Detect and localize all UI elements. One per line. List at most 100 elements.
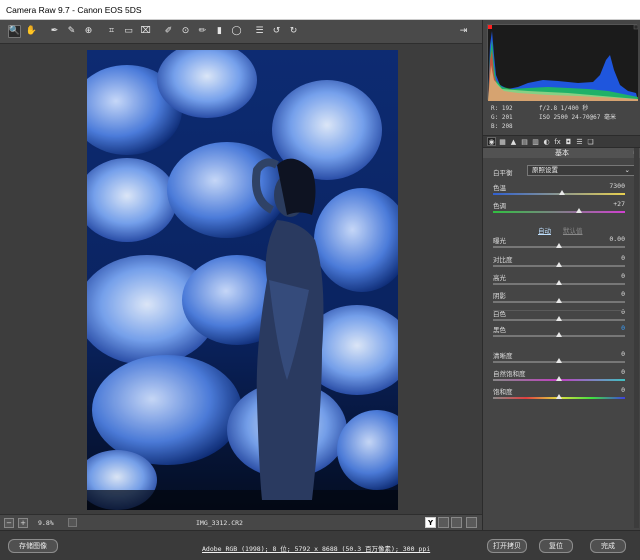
saturation-slider-thumb[interactable]: [556, 394, 562, 399]
whites-slider-thumb[interactable]: [556, 316, 562, 321]
spot-removal-icon[interactable]: ✐: [162, 25, 175, 38]
panel-tab-7-icon[interactable]: ◘: [564, 137, 573, 146]
panel-tab-2-icon[interactable]: ▲: [509, 137, 518, 146]
window-title: Camera Raw 9.7 - Canon EOS 5DS: [6, 4, 142, 15]
right-panel: R: 192 G: 201 B: 208 f/2.8 1/400 秒 ISO 2…: [482, 20, 640, 530]
zoom-out-button[interactable]: −: [4, 517, 14, 528]
camera-raw-window: Camera Raw 9.7 - Canon EOS 5DS 🔍 ✋ ✒ ✎ ⊕ ⌗ ▭ ⌧ ✐…: [0, 0, 640, 560]
panel-tab-1-icon[interactable]: ▦: [498, 137, 507, 146]
slider-row-shadows: 阴影 0: [493, 290, 625, 306]
shadows-slider-thumb[interactable]: [556, 298, 562, 303]
tint-slider-thumb[interactable]: [575, 208, 582, 213]
temp-slider-thumb[interactable]: [558, 190, 565, 195]
exposure-label: 曝光: [493, 237, 506, 245]
panel-tab-9-icon[interactable]: ❏: [586, 137, 595, 146]
slider-row-saturation: 饱和度 0: [493, 386, 625, 402]
exposure-slider-thumb[interactable]: [556, 243, 562, 248]
panel-tab-8-icon[interactable]: ☰: [575, 137, 584, 146]
status-bar: − + 9.8% IMG_3312.CR2 Y: [0, 514, 482, 530]
auto-default-row: 自动 默认值: [483, 225, 640, 235]
blacks-value[interactable]: 0: [621, 324, 625, 332]
panel-tab-3-icon[interactable]: ▤: [520, 137, 529, 146]
contrast-slider-thumb[interactable]: [556, 262, 562, 267]
vibrance-slider-thumb[interactable]: [556, 376, 562, 381]
rotate-cw-icon[interactable]: ↻: [287, 25, 300, 38]
reset-button[interactable]: 复位: [539, 539, 573, 553]
hand-icon[interactable]: ✋: [25, 25, 38, 38]
tint-value[interactable]: +27: [613, 200, 625, 208]
rotate-ccw-icon[interactable]: ↺: [270, 25, 283, 38]
contrast-value[interactable]: 0: [621, 254, 625, 262]
highlights-value[interactable]: 0: [621, 272, 625, 280]
blacks-slider-thumb[interactable]: [556, 332, 562, 337]
slider-row-clarity: 清晰度 0: [493, 350, 625, 366]
white-balance-value: 原照设置: [532, 166, 558, 174]
color-sampler-icon[interactable]: ✎: [65, 25, 78, 38]
temp-label: 色温: [493, 184, 506, 192]
panel-tab-4-icon[interactable]: ▥: [531, 137, 540, 146]
slider-row-tint: 色调 +27: [493, 200, 625, 216]
photo-preview: [87, 50, 398, 510]
blacks-label: 黑色: [493, 326, 506, 334]
basic-section-header: 基本 ≡: [483, 148, 640, 158]
panel-tab-6-icon[interactable]: fx: [553, 137, 562, 146]
exif-info: f/2.8 1/400 秒 ISO 2500 24-70@67 毫米: [539, 104, 616, 122]
white-balance-select[interactable]: 原照设置 ⌄: [527, 165, 635, 176]
saturation-label: 饱和度: [493, 388, 513, 396]
panel-tabs: ◉ ▦ ▲ ▤ ▥ ◐ fx ◘ ☰ ❏: [483, 135, 640, 148]
adjustment-brush-icon[interactable]: ✏: [196, 25, 209, 38]
contrast-label: 对比度: [493, 256, 513, 264]
shadows-value[interactable]: 0: [621, 290, 625, 298]
saturation-value[interactable]: 0: [621, 386, 625, 394]
vibrance-value[interactable]: 0: [621, 368, 625, 376]
panel-tab-5-icon[interactable]: ◐: [542, 137, 551, 146]
done-button[interactable]: 完成: [590, 539, 626, 553]
before-after-y-button[interactable]: Y: [425, 517, 436, 528]
transform-icon[interactable]: ⌧: [139, 25, 152, 38]
iso-lens: ISO 2500 24-70@67 毫米: [539, 114, 617, 121]
slider-row-exposure: 曝光 0.00: [493, 235, 625, 251]
white-balance-row: 白平衡 原照设置 ⌄: [493, 165, 635, 177]
green-value: G: 201: [491, 114, 513, 121]
white-balance-icon[interactable]: ✒: [48, 25, 61, 38]
graduated-filter-icon[interactable]: ▮: [213, 25, 226, 38]
zoom-dropdown[interactable]: [67, 518, 77, 527]
tint-slider-track[interactable]: [493, 211, 625, 213]
straighten-icon[interactable]: ▭: [122, 25, 135, 38]
zoom-icon[interactable]: 🔍: [8, 25, 21, 38]
save-image-button[interactable]: 存储图像: [8, 539, 58, 553]
temp-value[interactable]: 7300: [609, 182, 625, 190]
view-options-button[interactable]: [466, 517, 477, 528]
fullscreen-icon[interactable]: ⇥: [457, 25, 470, 38]
default-button[interactable]: 默认值: [563, 225, 583, 235]
zoom-level[interactable]: 9.8%: [38, 519, 54, 527]
exposure-value[interactable]: 0.00: [609, 235, 625, 243]
vibrance-label: 自然饱和度: [493, 370, 526, 378]
workflow-options-link[interactable]: Adobe RGB (1998); 8 位; 5792 x 8688 (50.3…: [202, 543, 430, 553]
swap-settings-button[interactable]: [451, 517, 462, 528]
panel-scrollbar[interactable]: [634, 148, 639, 528]
histogram: [487, 24, 639, 101]
preferences-icon[interactable]: ☰: [253, 25, 266, 38]
open-copy-button[interactable]: 打开拷贝: [487, 539, 527, 553]
preview-canvas[interactable]: [0, 44, 482, 514]
divider-1: [493, 310, 625, 311]
radial-filter-icon[interactable]: ◯: [230, 25, 243, 38]
red-eye-icon[interactable]: ⊙: [179, 25, 192, 38]
crop-icon[interactable]: ⌗: [105, 25, 118, 38]
highlights-label: 高光: [493, 274, 506, 282]
target-adjust-icon[interactable]: ⊕: [82, 25, 95, 38]
photo-illustration: [87, 50, 398, 510]
chevron-down-icon: ⌄: [624, 166, 630, 174]
before-after-toggle-button[interactable]: [438, 517, 449, 528]
auto-button[interactable]: 自动: [538, 225, 551, 235]
highlights-slider-thumb[interactable]: [556, 280, 562, 285]
clarity-value[interactable]: 0: [621, 350, 625, 358]
clarity-slider-thumb[interactable]: [556, 358, 562, 363]
aperture-shutter: f/2.8 1/400 秒: [539, 105, 589, 112]
panel-tab-0-icon[interactable]: ◉: [487, 137, 496, 146]
zoom-in-button[interactable]: +: [18, 517, 28, 528]
white-balance-label: 白平衡: [493, 169, 513, 177]
red-value: R: 192: [491, 105, 513, 112]
blue-value: B: 208: [491, 123, 513, 130]
